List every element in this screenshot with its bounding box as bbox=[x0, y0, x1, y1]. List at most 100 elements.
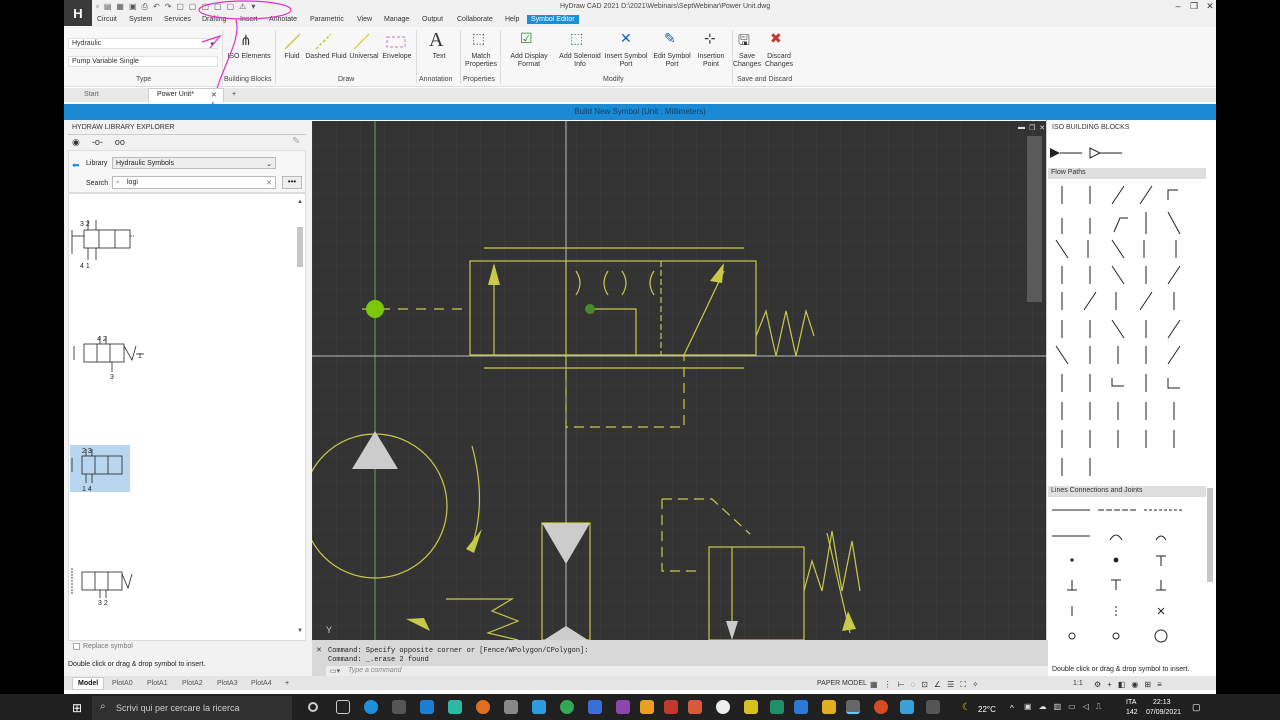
list-item[interactable]: 3 2 bbox=[70, 558, 136, 608]
tray-chevron-icon[interactable]: ^ bbox=[1010, 704, 1014, 713]
tab-plota0[interactable]: PlotA0 bbox=[112, 680, 133, 687]
tab-plota4[interactable]: PlotA4 bbox=[251, 680, 272, 687]
model-toggle[interactable]: MODEL bbox=[842, 680, 867, 687]
menu-view[interactable]: View bbox=[357, 16, 372, 23]
edit-symbol-port-button[interactable]: Edit Symbol Port bbox=[650, 53, 694, 69]
volume-icon[interactable]: ◁ bbox=[1083, 702, 1089, 712]
section-lines-connections[interactable]: Lines Connections and Joints bbox=[1048, 486, 1206, 497]
itunes-icon[interactable] bbox=[504, 700, 518, 714]
menu-symbol-editor[interactable]: Symbol Editor bbox=[527, 15, 579, 24]
clock-date[interactable]: 07/09/2021 bbox=[1146, 709, 1181, 716]
tab-plota3[interactable]: PlotA3 bbox=[217, 680, 238, 687]
menu-parametric[interactable]: Parametric bbox=[310, 16, 344, 23]
skype-icon[interactable] bbox=[448, 700, 462, 714]
menu-system[interactable]: System bbox=[129, 16, 152, 23]
redo-icon[interactable]: ↷ bbox=[165, 2, 172, 12]
menu-collaborate[interactable]: Collaborate bbox=[457, 16, 493, 23]
viewport-restore-icon[interactable]: ❐ bbox=[1029, 124, 1035, 132]
undo-icon[interactable]: ↶ bbox=[153, 2, 160, 12]
replace-symbol-checkbox[interactable] bbox=[73, 643, 80, 650]
viewport-close-icon[interactable]: ✕ bbox=[1039, 124, 1045, 132]
menu-manage[interactable]: Manage bbox=[384, 16, 409, 23]
settings-app-icon[interactable] bbox=[900, 700, 914, 714]
tab-plota2[interactable]: PlotA2 bbox=[182, 680, 203, 687]
ortho-icon[interactable]: ⊢ bbox=[898, 680, 905, 690]
save-icon[interactable]: ▦ bbox=[116, 2, 124, 12]
insert-symbol-port-button[interactable]: Insert Symbol Port bbox=[604, 53, 648, 69]
recorder-icon[interactable] bbox=[874, 700, 888, 714]
clean-screen-icon[interactable]: ⊞ bbox=[1144, 680, 1151, 689]
isolate-icon[interactable]: ◧ bbox=[1118, 680, 1126, 689]
settings-gear-icon[interactable]: ⚙ bbox=[1094, 680, 1101, 689]
multi-connector-icon[interactable]: oo bbox=[115, 137, 125, 148]
app-logo[interactable]: H bbox=[64, 0, 92, 26]
customize-icon[interactable]: ≡ bbox=[1157, 680, 1162, 689]
snap-icon[interactable]: ⋮ bbox=[884, 680, 892, 690]
new-tab-icon[interactable]: + bbox=[232, 91, 236, 98]
calc-app-icon[interactable] bbox=[926, 700, 940, 714]
hardware-accel-icon[interactable]: ◉ bbox=[1131, 680, 1138, 689]
windows-start-icon[interactable]: ⊞ bbox=[72, 701, 82, 715]
text-button[interactable]: Text bbox=[424, 53, 454, 61]
notifications-icon[interactable]: ▢ bbox=[1192, 702, 1201, 713]
tab-plota1[interactable]: PlotA1 bbox=[147, 680, 168, 687]
add-display-format-button[interactable]: Add Display Format bbox=[504, 53, 554, 69]
acrobat-icon[interactable] bbox=[664, 700, 678, 714]
clock-time[interactable]: 22:13 bbox=[1153, 699, 1171, 706]
tray-app-icon[interactable]: ▣ bbox=[1024, 702, 1032, 712]
onenote-icon[interactable] bbox=[616, 700, 630, 714]
connector-icon[interactable]: -o- bbox=[92, 137, 103, 148]
dashed-fluid-button[interactable]: Dashed Fluid bbox=[304, 53, 348, 61]
eraser-icon[interactable]: ✎ bbox=[292, 136, 300, 147]
lineweight-icon[interactable]: ☰ bbox=[947, 680, 954, 690]
task-view-icon[interactable] bbox=[336, 700, 350, 714]
plus-icon[interactable]: + bbox=[1107, 680, 1112, 689]
scale-dropdown[interactable]: 1:1 bbox=[1073, 680, 1083, 687]
print-icon[interactable]: ⎙ bbox=[142, 2, 148, 12]
search-input[interactable]: ⌕ logi ✕ bbox=[112, 176, 276, 189]
polar-icon[interactable]: ◌ bbox=[911, 680, 916, 690]
vscode-icon[interactable] bbox=[794, 700, 808, 714]
library-scrollbar[interactable] bbox=[297, 227, 303, 267]
save-app-icon[interactable] bbox=[588, 700, 602, 714]
match-properties-button[interactable]: Match Properties bbox=[462, 53, 500, 69]
viewport-minimize-icon[interactable]: ▬ bbox=[1018, 124, 1025, 132]
library-select[interactable]: Hydraulic Symbols ⌄ bbox=[112, 157, 276, 169]
pin-icon[interactable]: ◉ bbox=[72, 137, 80, 148]
close-command-icon[interactable]: ✕ bbox=[316, 646, 322, 654]
list-item[interactable]: 3 2 4 1 bbox=[70, 216, 134, 272]
hydraw-app-icon[interactable] bbox=[846, 700, 860, 714]
sticky-notes-icon[interactable] bbox=[744, 700, 758, 714]
network-icon[interactable]: ▥ bbox=[1054, 702, 1062, 712]
store-icon[interactable] bbox=[420, 700, 434, 714]
input-language[interactable]: ITA bbox=[1126, 699, 1136, 706]
cortana-icon[interactable] bbox=[308, 702, 318, 712]
scroll-down-icon[interactable]: ▼ bbox=[297, 628, 303, 634]
open-file-icon[interactable]: ▤ bbox=[104, 2, 112, 12]
tab-start[interactable]: Start bbox=[84, 91, 99, 98]
powerpoint-icon[interactable] bbox=[688, 700, 702, 714]
calculator-icon[interactable] bbox=[770, 700, 784, 714]
navigation-bar[interactable] bbox=[1027, 136, 1042, 302]
otrack-icon[interactable]: ∠ bbox=[934, 680, 941, 690]
section-flow-paths[interactable]: Flow Paths bbox=[1048, 168, 1206, 179]
close-icon[interactable]: ✕ bbox=[1200, 1, 1220, 12]
add-solenoid-info-button[interactable]: Add Solenoid Info bbox=[556, 53, 604, 69]
battery-icon[interactable]: ▭ bbox=[1068, 702, 1076, 712]
annotation-scale-icon[interactable]: ✧ bbox=[972, 680, 979, 690]
envelope-button[interactable]: Envelope bbox=[380, 53, 414, 61]
new-file-icon[interactable]: ▫ bbox=[96, 2, 99, 12]
mail-icon[interactable] bbox=[392, 700, 406, 714]
chrome-icon[interactable] bbox=[560, 700, 574, 714]
add-layout-icon[interactable]: + bbox=[285, 680, 289, 687]
universal-button[interactable]: Universal bbox=[348, 53, 380, 61]
usb-icon[interactable]: ⎍ bbox=[1096, 702, 1102, 712]
menu-circuit[interactable]: Circuit bbox=[97, 16, 117, 23]
menu-output[interactable]: Output bbox=[422, 16, 443, 23]
selection-icon[interactable]: ⛶ bbox=[960, 680, 966, 690]
firefox-icon[interactable] bbox=[476, 700, 490, 714]
save-as-icon[interactable]: ▣ bbox=[129, 2, 137, 12]
more-options-button[interactable]: ••• bbox=[282, 176, 302, 189]
paper-toggle[interactable]: PAPER bbox=[817, 680, 840, 687]
explorer-icon[interactable] bbox=[640, 700, 654, 714]
